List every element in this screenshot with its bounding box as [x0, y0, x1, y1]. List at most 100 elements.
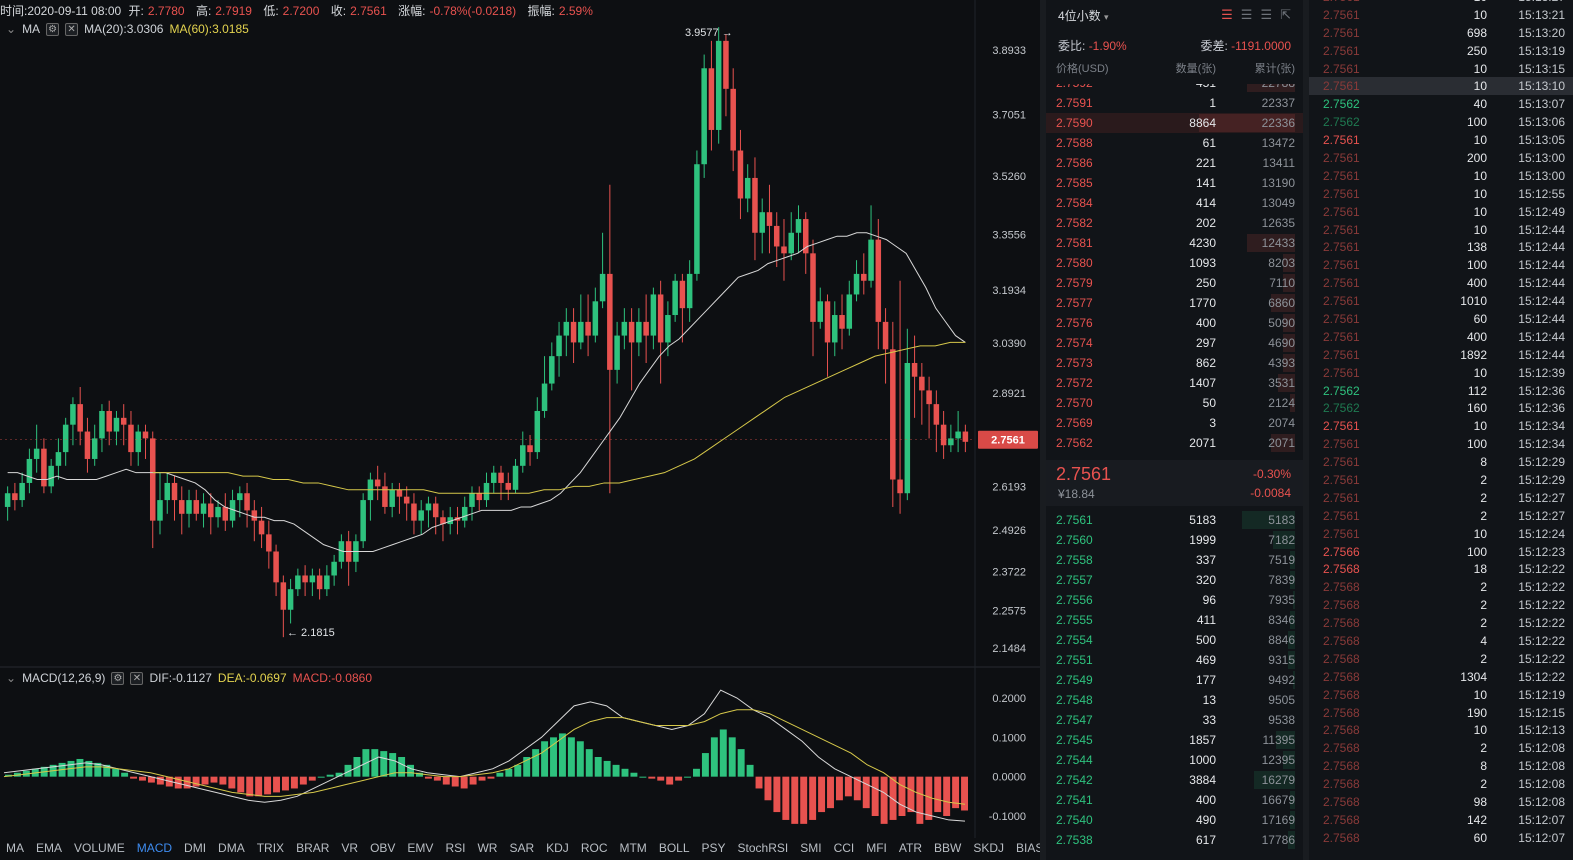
- indicator-tab-obv[interactable]: OBV: [364, 841, 401, 855]
- trade-row[interactable]: 2.7568 60 15:12:07: [1309, 829, 1573, 847]
- trade-row[interactable]: 2.7568 98 15:12:08: [1309, 793, 1573, 811]
- trade-row[interactable]: 2.7561 10 15:13:05: [1309, 131, 1573, 149]
- trade-row[interactable]: 2.7561 60 15:12:44: [1309, 310, 1573, 328]
- ask-row[interactable]: 2.7579 250 7110: [1046, 273, 1303, 293]
- ask-row[interactable]: 2.7588 61 13472: [1046, 133, 1303, 153]
- indicator-tab-wr[interactable]: WR: [471, 841, 503, 855]
- trade-row[interactable]: 2.7562 112 15:12:36: [1309, 382, 1573, 400]
- ask-row[interactable]: 2.7562 2071 2071: [1046, 433, 1303, 453]
- indicator-tab-vr[interactable]: VR: [335, 841, 364, 855]
- bid-row[interactable]: 2.7538 617 17786: [1046, 830, 1303, 850]
- view-asks-icon[interactable]: ☰: [1260, 7, 1272, 23]
- bid-row[interactable]: 2.7557 320 7839: [1046, 570, 1303, 590]
- bid-row[interactable]: 2.7556 96 7935: [1046, 590, 1303, 610]
- ask-row[interactable]: 2.7569 3 2074: [1046, 413, 1303, 433]
- trade-row[interactable]: 2.7561 698 15:13:20: [1309, 24, 1573, 42]
- bid-row[interactable]: 2.7547 33 9538: [1046, 710, 1303, 730]
- bid-row[interactable]: 2.7554 500 8846: [1046, 630, 1303, 650]
- bid-row[interactable]: 2.7561 5183 5183: [1046, 510, 1303, 530]
- trade-row[interactable]: 2.7561 10 15:12:44: [1309, 221, 1573, 239]
- ask-row[interactable]: 2.7586 221 13411: [1046, 153, 1303, 173]
- indicator-tab-boll[interactable]: BOLL: [653, 841, 696, 855]
- ask-row[interactable]: 2.7580 1093 8203: [1046, 253, 1303, 273]
- trade-row[interactable]: 2.7568 2 15:12:22: [1309, 596, 1573, 614]
- bid-row[interactable]: 2.7551 469 9315: [1046, 650, 1303, 670]
- trade-row[interactable]: 2.7562 160 15:12:36: [1309, 399, 1573, 417]
- trade-row[interactable]: 2.7561 2 15:12:27: [1309, 489, 1573, 507]
- ask-row[interactable]: 2.7582 202 12635: [1046, 213, 1303, 233]
- trade-row[interactable]: 2.7561 400 15:12:44: [1309, 274, 1573, 292]
- indicator-tab-roc[interactable]: ROC: [575, 841, 614, 855]
- trade-row[interactable]: 2.7561 138 15:12:44: [1309, 238, 1573, 256]
- trade-row[interactable]: 2.7561 10 15:12:49: [1309, 203, 1573, 221]
- settings-gear-icon[interactable]: ⚙: [46, 22, 60, 36]
- ask-row[interactable]: 2.7574 297 4690: [1046, 333, 1303, 353]
- bid-row[interactable]: 2.7555 411 8346: [1046, 610, 1303, 630]
- bid-row[interactable]: 2.7549 177 9492: [1046, 670, 1303, 690]
- indicator-tab-bbw[interactable]: BBW: [928, 841, 967, 855]
- bid-row[interactable]: 2.7542 3884 16279: [1046, 770, 1303, 790]
- trade-row[interactable]: 2.7561 2 15:12:29: [1309, 471, 1573, 489]
- bid-row[interactable]: 2.7560 1999 7182: [1046, 530, 1303, 550]
- indicator-tab-brar[interactable]: BRAR: [290, 841, 335, 855]
- indicator-tab-emv[interactable]: EMV: [401, 841, 439, 855]
- indicator-tab-stochrsi[interactable]: StochRSI: [732, 841, 795, 855]
- trade-row[interactable]: 2.7561 10 15:12:55: [1309, 185, 1573, 203]
- trade-row[interactable]: 2.7568 2 15:12:08: [1309, 739, 1573, 757]
- ask-row[interactable]: 2.7590 8864 22336: [1046, 113, 1303, 133]
- trade-row[interactable]: 2.7561 10 15:13:21: [1309, 6, 1573, 24]
- trade-row[interactable]: 2.7568 2 15:12:22: [1309, 578, 1573, 596]
- trade-row[interactable]: 2.7566 100 15:12:23: [1309, 543, 1573, 561]
- settings-gear-icon[interactable]: ⚙: [111, 671, 125, 685]
- trade-row[interactable]: 2.7561 2 15:12:27: [1309, 507, 1573, 525]
- trade-row[interactable]: 2.7561 10 15:13:15: [1309, 60, 1573, 78]
- trade-row[interactable]: 2.7561 200 15:13:00: [1309, 149, 1573, 167]
- indicator-tab-sar[interactable]: SAR: [503, 841, 540, 855]
- bid-row[interactable]: 2.7548 13 9505: [1046, 690, 1303, 710]
- ask-row[interactable]: 2.7572 1407 3531: [1046, 373, 1303, 393]
- indicator-tab-mtm[interactable]: MTM: [613, 841, 652, 855]
- indicator-tab-mfi[interactable]: MFI: [860, 841, 893, 855]
- bid-row[interactable]: 2.7540 490 17169: [1046, 810, 1303, 830]
- collapse-arrow-icon[interactable]: ⌄: [6, 671, 16, 685]
- trade-row[interactable]: 2.7561 10 15:12:39: [1309, 364, 1573, 382]
- trade-row[interactable]: 2.7561 8 15:12:29: [1309, 453, 1573, 471]
- indicator-tab-macd[interactable]: MACD: [131, 841, 178, 855]
- indicator-tab-cci[interactable]: CCI: [828, 841, 861, 855]
- trade-row[interactable]: 2.7568 1304 15:12:22: [1309, 668, 1573, 686]
- indicator-tab-kdj[interactable]: KDJ: [540, 841, 575, 855]
- trade-row[interactable]: 2.7562 100 15:13:06: [1309, 113, 1573, 131]
- trade-row[interactable]: 2.7561 10 15:12:24: [1309, 525, 1573, 543]
- indicator-tab-trix[interactable]: TRIX: [251, 841, 290, 855]
- trade-row[interactable]: 2.7568 18 15:12:22: [1309, 561, 1573, 579]
- bid-row[interactable]: 2.7544 1000 12395: [1046, 750, 1303, 770]
- trade-row[interactable]: 2.7561 100 15:12:44: [1309, 256, 1573, 274]
- ask-row[interactable]: 2.7591 1 22337: [1046, 93, 1303, 113]
- ask-row[interactable]: 2.7577 1770 6860: [1046, 293, 1303, 313]
- collapse-panel-icon[interactable]: ⇱: [1280, 7, 1291, 23]
- view-both-icon[interactable]: ☰: [1221, 7, 1233, 23]
- indicator-tab-ma[interactable]: MA: [0, 841, 30, 855]
- trade-row[interactable]: 2.7568 2 15:12:22: [1309, 614, 1573, 632]
- trade-row[interactable]: 2.7568 142 15:12:07: [1309, 811, 1573, 829]
- ask-row[interactable]: 2.7576 400 5090: [1046, 313, 1303, 333]
- trade-row[interactable]: 2.7568 10 15:12:19: [1309, 686, 1573, 704]
- indicator-tab-dmi[interactable]: DMI: [178, 841, 212, 855]
- trade-row[interactable]: 2.7561 100 15:12:34: [1309, 435, 1573, 453]
- indicator-tab-ema[interactable]: EMA: [30, 841, 68, 855]
- bid-row[interactable]: 2.7541 400 16679: [1046, 790, 1303, 810]
- trade-row[interactable]: 2.7561 250 15:13:19: [1309, 42, 1573, 60]
- indicator-tab-atr[interactable]: ATR: [893, 841, 928, 855]
- ask-row[interactable]: 2.7573 862 4393: [1046, 353, 1303, 373]
- ask-row[interactable]: 2.7585 141 13190: [1046, 173, 1303, 193]
- trade-row[interactable]: 2.7568 8 15:12:08: [1309, 757, 1573, 775]
- ask-row[interactable]: 2.7581 4230 12433: [1046, 233, 1303, 253]
- ask-row[interactable]: 2.759245122788: [1046, 84, 1303, 93]
- kline-chart[interactable]: 3.8933 3.7051 3.5260 3.3556 3.1934 3.0390 2.89…: [0, 0, 1040, 838]
- trade-row[interactable]: 2.7562 40 15:13:07: [1309, 95, 1573, 113]
- trade-row[interactable]: 2.7568 2 15:12:22: [1309, 650, 1573, 668]
- indicator-tab-psy[interactable]: PSY: [696, 841, 732, 855]
- trade-row[interactable]: 2.7561 1010 15:12:44: [1309, 292, 1573, 310]
- view-bids-icon[interactable]: ☰: [1241, 7, 1253, 23]
- trade-row[interactable]: 2.7568 190 15:12:15: [1309, 704, 1573, 722]
